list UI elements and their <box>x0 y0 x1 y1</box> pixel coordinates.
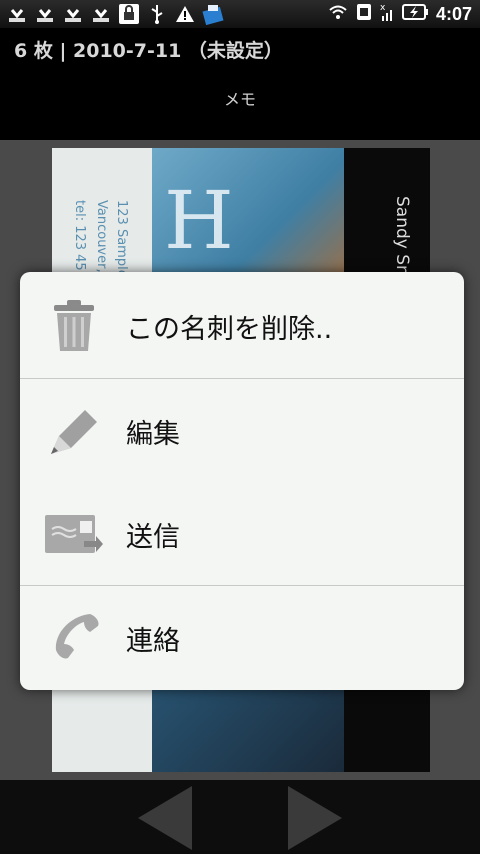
download-done-icon <box>6 3 28 25</box>
notification-icons[interactable] <box>6 3 224 25</box>
sim-icon <box>356 2 372 26</box>
download-done-icon <box>62 3 84 25</box>
menu-item-send[interactable]: 送信 <box>20 482 464 586</box>
menu-item-delete[interactable]: この名刺を削除.. <box>20 274 464 378</box>
phone-icon <box>42 606 106 670</box>
trash-icon <box>42 294 106 358</box>
bottom-nav <box>0 780 480 854</box>
card-address-line: Vancouver, <box>94 200 109 273</box>
pencil-icon <box>42 399 106 463</box>
next-arrow-icon[interactable] <box>288 786 342 850</box>
lock-bag-icon <box>118 3 140 25</box>
clock: 4:07 <box>435 3 472 24</box>
download-done-icon <box>90 3 112 25</box>
signal-icon: x <box>380 2 394 26</box>
memo-label[interactable]: メモ <box>0 86 480 110</box>
menu-item-label: この名刺を削除.. <box>126 313 333 345</box>
card-address-line: 123 Sample <box>114 200 129 278</box>
wifi-icon <box>328 4 348 24</box>
menu-item-edit[interactable]: 編集 <box>20 379 464 483</box>
usb-icon <box>146 3 168 25</box>
download-done-icon <box>34 3 56 25</box>
previous-arrow-icon[interactable] <box>138 786 192 850</box>
warning-icon <box>174 3 196 25</box>
menu-item-label: 送信 <box>126 521 180 553</box>
menu-item-label: 連絡 <box>126 625 180 657</box>
status-bar: x 4:07 <box>0 0 480 28</box>
page-title: 6 枚 | 2010-7-11 （未設定） <box>14 40 283 62</box>
card-tel-line: tel: 123 45 <box>72 200 87 271</box>
app-icon <box>202 3 224 25</box>
context-menu: この名刺を削除.. 編集 送信 連絡 <box>20 272 464 690</box>
card-name: Sandy Sn <box>392 196 412 276</box>
battery-charging-icon <box>401 3 428 25</box>
system-indicators: x 4:07 <box>328 2 472 26</box>
header: 6 枚 | 2010-7-11 （未設定） メモ <box>0 28 480 140</box>
svg-text:x: x <box>380 3 386 13</box>
card-big-letter: H <box>164 174 234 267</box>
menu-item-contact[interactable]: 連絡 <box>20 586 464 690</box>
send-card-icon <box>42 502 106 566</box>
menu-item-label: 編集 <box>126 418 180 450</box>
